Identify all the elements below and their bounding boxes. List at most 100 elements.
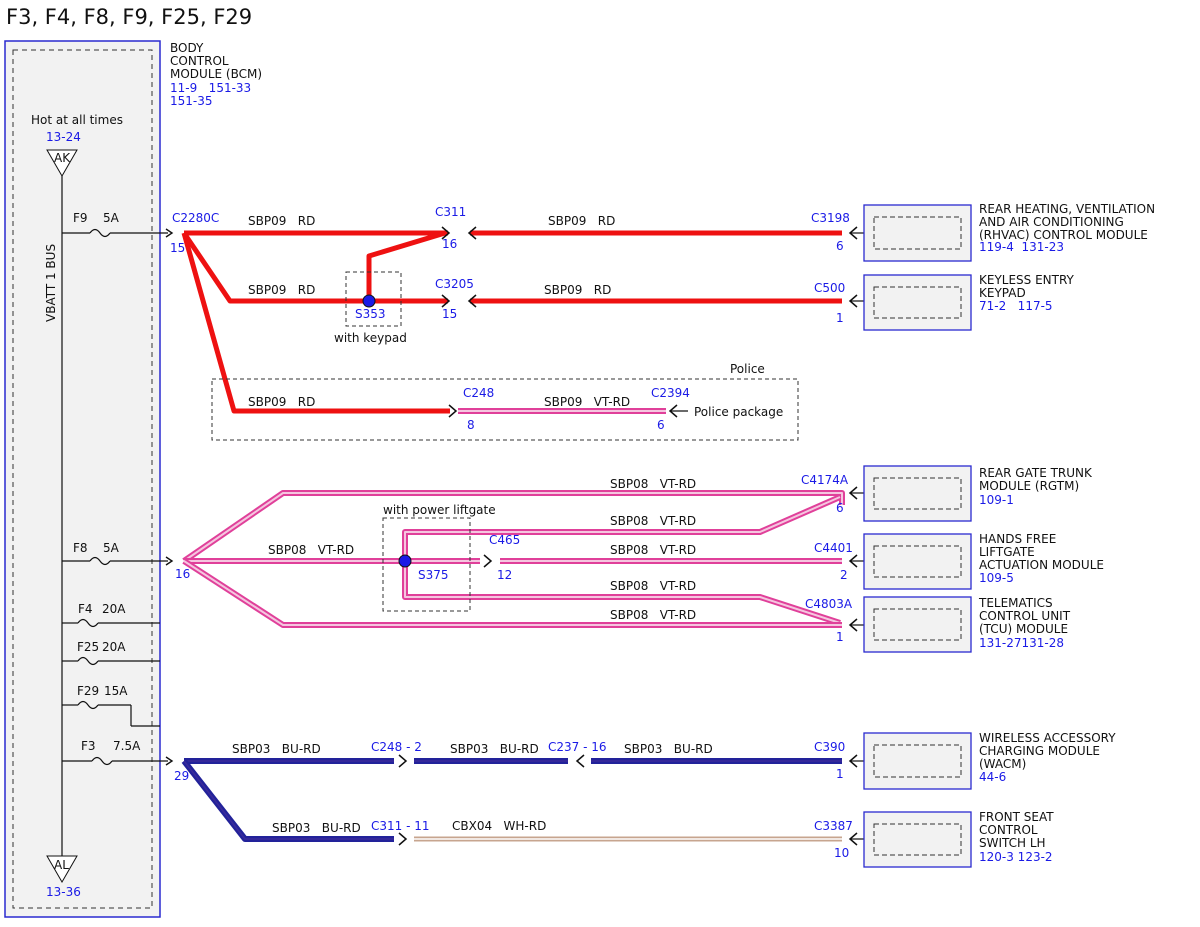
module-keyless-entry-keypad: KEYLESS ENTRY KEYPAD 71-2 117-5: [863, 273, 1075, 331]
fuse-id: F9: [73, 211, 88, 225]
hot-at-all-times-label: Hot at all times: [31, 113, 123, 127]
connector-label: C248: [463, 386, 494, 400]
connector-label: C3198: [811, 211, 850, 225]
arrow-icon: [398, 832, 408, 846]
module-name: LIFTGATE: [979, 545, 1035, 559]
module-refs: 131-27131-28: [979, 636, 1064, 650]
module-name: ACTUATION MODULE: [979, 558, 1104, 572]
bus-bottom-ref: 13-36: [46, 885, 81, 899]
splice-s353-dot: [362, 294, 376, 308]
connector-label: C4401: [814, 541, 853, 555]
connector-pin: 15: [442, 307, 457, 321]
module-front-seat-control-switch: FRONT SEAT CONTROL SWITCH LH 120-3 123-2: [863, 810, 1054, 868]
connector-pin: 2: [840, 568, 848, 582]
fuse-rating: 7.5A: [113, 739, 141, 753]
connector-pin: 1: [836, 311, 844, 325]
module-name: CHARGING MODULE: [979, 744, 1100, 758]
module-name: AND AIR CONDITIONING: [979, 215, 1124, 229]
fuse-id: F25: [77, 640, 99, 654]
module-refs: 120-3 123-2: [979, 850, 1053, 864]
module-name: WIRELESS ACCESSORY: [979, 731, 1116, 745]
connector-pin: 1: [836, 767, 844, 781]
arrow-icon: [483, 554, 493, 568]
police-package-label: Police package: [694, 405, 783, 419]
circuit-label: SBP03 BU-RD: [450, 742, 539, 756]
splice-s375-label: S375: [418, 568, 449, 582]
circuit-sbp09: [181, 226, 864, 418]
connector-label: C3387: [814, 819, 853, 833]
module-refs: 119-4 131-23: [979, 240, 1064, 254]
circuit-label: SBP08 VT-RD: [610, 514, 696, 528]
circuit-label: SBP08 VT-RD: [610, 543, 696, 557]
module-name: REAR HEATING, VENTILATION: [979, 202, 1155, 216]
splice-s375-dot: [398, 554, 412, 568]
circuit-label: SBP09 RD: [248, 283, 315, 297]
connector-pin: 6: [836, 501, 844, 515]
circuit-label: SBP09 RD: [248, 214, 315, 228]
connector-pin: 6: [836, 239, 844, 253]
connector-label: C311 - 11: [371, 819, 430, 833]
module-tcu: TELEMATICS CONTROL UNIT (TCU) MODULE 131…: [863, 596, 1071, 653]
terminal-al-label: AL: [54, 858, 69, 872]
terminal-ak-label: AK: [54, 151, 71, 165]
circuit-label: SBP03 BU-RD: [232, 742, 321, 756]
connector-pin: 16: [442, 237, 457, 251]
connector-pin: 1: [836, 630, 844, 644]
arrow-icon: [448, 404, 458, 418]
module-rgtm: REAR GATE TRUNK MODULE (RGTM) 109-1: [863, 465, 1093, 522]
module-refs: 109-1: [979, 493, 1014, 507]
module-refs: 109-5: [979, 571, 1014, 585]
fuse-rating: 5A: [103, 211, 120, 225]
fuse-rating: 20A: [102, 602, 126, 616]
fuse-rating: 15A: [104, 684, 128, 698]
bus-top-ref: 13-24: [46, 130, 81, 144]
connector-label: C390: [814, 740, 845, 754]
connector-pin: 29: [174, 769, 189, 783]
wiring-diagram: F3, F4, F8, F9, F25, F29 BODY CONTROL MO…: [4, 5, 1155, 918]
module-refs: 71-2 117-5: [979, 299, 1053, 313]
page-title: F3, F4, F8, F9, F25, F29: [6, 5, 252, 29]
circuit-label: SBP08 VT-RD: [610, 477, 696, 491]
module-name: (TCU) MODULE: [979, 622, 1068, 636]
connector-pin: 8: [467, 418, 475, 432]
module-name: TELEMATICS: [978, 596, 1053, 610]
module-name: SWITCH LH: [979, 836, 1046, 850]
fuse-id: F3: [81, 739, 96, 753]
circuit-label: SBP03 BU-RD: [272, 821, 361, 835]
bcm-name-line: CONTROL: [170, 54, 229, 68]
module-name: FRONT SEAT: [979, 810, 1054, 824]
with-power-liftgate-note: with power liftgate: [383, 503, 496, 517]
bcm-outer-box: [4, 40, 161, 918]
connector-label: C3205: [435, 277, 474, 291]
with-keypad-note: with keypad: [334, 331, 407, 345]
connector-pin: 6: [657, 418, 665, 432]
circuit-label: SBP08 VT-RD: [610, 608, 696, 622]
bcm-panel: [4, 40, 161, 918]
bcm-name-line: BODY: [170, 41, 204, 55]
fuse-id: F29: [77, 684, 99, 698]
circuit-label: CBX04 WH-RD: [452, 819, 546, 833]
connector-pin: 12: [497, 568, 512, 582]
fuse-rating: 20A: [102, 640, 126, 654]
module-name: CONTROL: [979, 823, 1038, 837]
bcm-refs: 11-9 151-33: [170, 81, 251, 95]
module-name: MODULE (RGTM): [979, 479, 1079, 493]
module-refs: 44-6: [979, 770, 1006, 784]
connector-label: C2280C: [172, 211, 219, 225]
arrow-icon: [575, 754, 585, 768]
circuit-label: SBP08 VT-RD: [268, 543, 354, 557]
connector-label: C248 - 2: [371, 740, 422, 754]
splice-s353-label: S353: [355, 307, 386, 321]
connector-label: C237 - 16: [548, 740, 607, 754]
module-name: REAR GATE TRUNK: [979, 466, 1093, 480]
connector-label: C4174A: [801, 473, 849, 487]
connector-pin: 10: [834, 846, 849, 860]
module-wacm: WIRELESS ACCESSORY CHARGING MODULE (WACM…: [863, 731, 1116, 790]
vbatt-bus-label: VBATT 1 BUS: [44, 244, 58, 322]
connector-label: C2394: [651, 386, 690, 400]
module-name: KEYLESS ENTRY: [979, 273, 1075, 287]
circuit-label: SBP03 BU-RD: [624, 742, 713, 756]
module-name: HANDS FREE: [979, 532, 1056, 546]
circuit-label: SBP09 RD: [248, 395, 315, 409]
module-hands-free-liftgate: HANDS FREE LIFTGATE ACTUATION MODULE 109…: [863, 532, 1104, 590]
